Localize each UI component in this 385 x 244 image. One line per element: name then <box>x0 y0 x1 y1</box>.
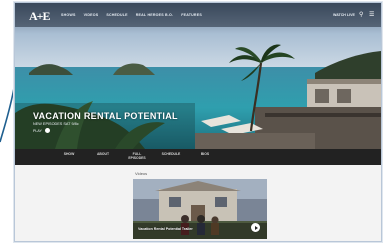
hero-text: VACATION RENTAL POTENTIAL NEW EPISODES S… <box>33 111 178 133</box>
nav-item-shows[interactable]: SHOWS <box>61 13 76 17</box>
nav-menu: SHOWS VIDEOS SCHEDULE REAL HEROES B.O. F… <box>61 13 202 17</box>
show-subtitle: NEW EPISODES SAT 9/8c <box>33 122 79 126</box>
show-tabbar: SHOW ABOUT FULL EPISODES SCHEDULE BIOS <box>15 149 381 165</box>
top-navigation: A+E SHOWS VIDEOS SCHEDULE REAL HEROES B.… <box>15 3 381 27</box>
meta-label: PLAY <box>33 128 42 133</box>
nav-item-real-heroes[interactable]: REAL HEROES B.O. <box>136 13 173 17</box>
show-tabs: SHOW ABOUT FULL EPISODES SCHEDULE BIOS <box>59 152 215 161</box>
tab-full-episodes[interactable]: FULL EPISODES <box>127 152 147 161</box>
tab-about[interactable]: ABOUT <box>93 152 113 161</box>
menu-icon[interactable]: ☰ <box>369 12 375 18</box>
section-label: Videos <box>135 171 148 176</box>
play-button-icon[interactable] <box>251 223 260 232</box>
ae-logo[interactable]: A+E <box>29 9 50 24</box>
browser-screenshot: A+E SHOWS VIDEOS SCHEDULE REAL HEROES B.… <box>14 2 382 242</box>
video-caption: Vacation Rental Potential Trailer <box>138 227 193 231</box>
tab-schedule[interactable]: SCHEDULE <box>161 152 181 161</box>
tab-show[interactable]: SHOW <box>59 152 79 161</box>
nav-item-videos[interactable]: VIDEOS <box>84 13 99 17</box>
hero-banner: A+E SHOWS VIDEOS SCHEDULE REAL HEROES B.… <box>15 3 381 149</box>
show-title: VACATION RENTAL POTENTIAL <box>33 111 178 121</box>
video-card[interactable]: Vacation Rental Potential Trailer <box>133 179 267 239</box>
search-icon[interactable]: ⚲ <box>359 12 365 18</box>
nav-item-features[interactable]: FEATURES <box>181 13 202 17</box>
watch-live-link[interactable]: WATCH LIVE <box>333 13 355 17</box>
show-meta: PLAY <box>33 128 178 133</box>
content-area: Videos Vacation Rental Potential Trailer <box>15 165 381 241</box>
play-icon[interactable] <box>44 128 50 133</box>
tab-bios[interactable]: BIOS <box>195 152 215 161</box>
nav-item-schedule[interactable]: SCHEDULE <box>106 13 127 17</box>
